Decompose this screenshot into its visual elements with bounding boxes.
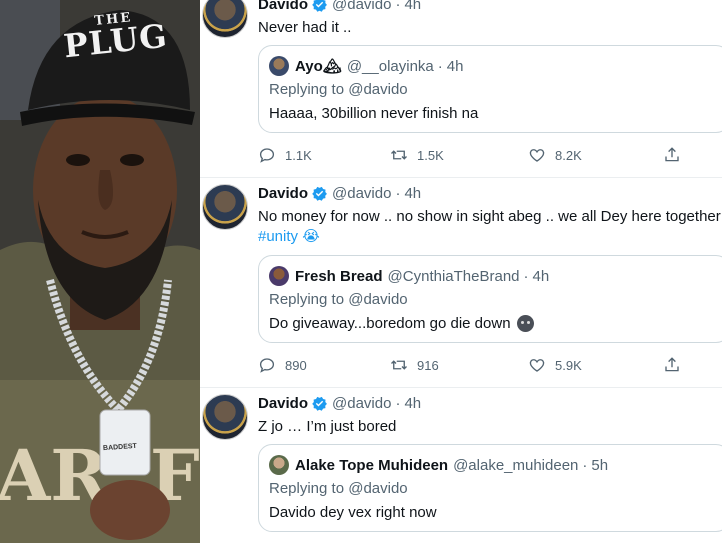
emoji-face-icon	[516, 315, 534, 332]
author-handle[interactable]: @davido	[332, 0, 391, 13]
replying-mention[interactable]: @davido	[348, 81, 407, 98]
like-icon	[529, 359, 545, 372]
tweet-text-content: No money for now .. no show in sight abe…	[258, 208, 721, 225]
reply-count: 890	[285, 357, 307, 373]
like-count: 8.2K	[555, 147, 582, 163]
quote-text-content: Do giveaway...boredom go die down	[269, 315, 511, 332]
quote-time: 4h	[446, 57, 464, 75]
retweet-count: 916	[417, 357, 439, 373]
tweet-time[interactable]: 4h	[404, 395, 421, 412]
retweet-icon	[391, 360, 407, 370]
reply-icon	[259, 148, 275, 163]
tweet-actions: 1.1K 1.5K 8.2K	[258, 146, 698, 166]
quote-header: Ayo🏔 @__olayinka · 4h	[269, 56, 463, 76]
tweet-actions: 890 916 5.9K	[258, 356, 698, 376]
reply-count: 1.1K	[285, 147, 312, 163]
tweet-text: No money for now .. no show in sight abe…	[258, 207, 722, 247]
tweet-feed: Davido @davido · 4h Never had it .. Ayo🏔…	[200, 0, 722, 543]
replying-mention[interactable]: @davido	[348, 291, 407, 308]
verified-badge-icon	[312, 0, 327, 12]
quoted-tweet[interactable]: Fresh Bread @CynthiaTheBrand · 4h Replyi…	[258, 255, 722, 343]
quote-text-content: Haaaa, 30billion never finish na	[269, 105, 479, 122]
quoted-tweet[interactable]: Ayo🏔 @__olayinka · 4h Replying to @david…	[258, 45, 722, 133]
separator-dot: ·	[395, 395, 401, 412]
avatar[interactable]	[202, 184, 248, 230]
retweet-button[interactable]: 916	[390, 356, 439, 374]
separator-dot: ·	[582, 456, 588, 474]
quote-author-name: Alake Tope Muhideen	[295, 456, 449, 474]
separator-dot: ·	[395, 0, 401, 13]
author-handle[interactable]: @davido	[332, 185, 391, 202]
quote-author-handle: @__olayinka	[346, 57, 434, 75]
tweet-time[interactable]: 4h	[404, 0, 421, 13]
separator-dot: ·	[437, 57, 443, 75]
quoted-tweet[interactable]: Alake Tope Muhideen @alake_muhideen · 5h…	[258, 444, 722, 532]
retweet-count: 1.5K	[417, 147, 444, 163]
tweet-header: Davido @davido · 4h	[258, 395, 421, 412]
replying-mention[interactable]: @davido	[348, 480, 407, 497]
replying-to: Replying to @davido	[269, 480, 408, 497]
like-count: 5.9K	[555, 357, 582, 373]
share-button[interactable]	[663, 356, 690, 374]
quote-avatar	[269, 455, 289, 475]
avatar[interactable]	[202, 0, 248, 38]
share-button[interactable]	[663, 146, 690, 164]
tweet-text: Z jo … I’m just bored	[258, 418, 397, 435]
quote-author-name: Fresh Bread	[295, 267, 383, 285]
avatar[interactable]	[202, 394, 248, 440]
share-icon	[665, 357, 679, 372]
quote-avatar	[269, 56, 289, 76]
quote-header: Alake Tope Muhideen @alake_muhideen · 5h	[269, 455, 608, 475]
quote-author-handle: @CynthiaTheBrand	[387, 267, 520, 285]
replying-to: Replying to @davido	[269, 291, 408, 308]
replying-prefix: Replying to	[269, 480, 345, 497]
reply-button[interactable]: 890	[258, 356, 307, 374]
verified-badge-icon	[312, 396, 327, 411]
profile-photo: AR F THE PLUG BADDEST	[0, 0, 200, 543]
quote-text: Do giveaway...boredom go die down	[269, 315, 534, 332]
author-name[interactable]: Davido	[258, 0, 308, 13]
tweet-text: Never had it ..	[258, 19, 352, 36]
tweet[interactable]: Davido @davido · 4h Z jo … I’m just bore…	[200, 388, 722, 543]
separator-dot: ·	[395, 185, 401, 202]
reply-button[interactable]: 1.1K	[258, 146, 312, 164]
author-name[interactable]: Davido	[258, 185, 308, 202]
hashtag-link[interactable]: #unity 😭	[258, 228, 320, 245]
quote-text: Haaaa, 30billion never finish na	[269, 105, 478, 122]
tweet-time[interactable]: 4h	[404, 185, 421, 202]
photo-illustration: AR F	[0, 0, 200, 543]
quote-author-handle: @alake_muhideen	[453, 456, 579, 474]
share-icon	[665, 147, 679, 162]
quote-text-content: Davido dey vex right now	[269, 504, 437, 521]
quote-time: 5h	[591, 456, 609, 474]
retweet-icon	[391, 150, 407, 160]
tweet[interactable]: Davido @davido · 4h Never had it .. Ayo🏔…	[200, 0, 722, 178]
author-handle[interactable]: @davido	[332, 395, 391, 412]
verified-badge-icon	[312, 186, 327, 201]
replying-prefix: Replying to	[269, 291, 345, 308]
separator-dot: ·	[523, 267, 529, 285]
quote-avatar	[269, 266, 289, 286]
tweet-header: Davido @davido · 4h	[258, 185, 421, 202]
reply-icon	[259, 358, 275, 373]
like-button[interactable]: 8.2K	[528, 146, 582, 164]
quote-time: 4h	[532, 267, 550, 285]
replying-to: Replying to @davido	[269, 81, 408, 98]
replying-prefix: Replying to	[269, 81, 345, 98]
quote-text: Davido dey vex right now	[269, 504, 437, 521]
tweet-header: Davido @davido · 4h	[258, 0, 421, 13]
like-icon	[529, 149, 545, 162]
retweet-button[interactable]: 1.5K	[390, 146, 444, 164]
author-name[interactable]: Davido	[258, 395, 308, 412]
quote-header: Fresh Bread @CynthiaTheBrand · 4h	[269, 266, 549, 286]
like-button[interactable]: 5.9K	[528, 356, 582, 374]
tweet[interactable]: Davido @davido · 4h No money for now .. …	[200, 178, 722, 388]
quote-author-name: Ayo🏔	[295, 58, 342, 75]
